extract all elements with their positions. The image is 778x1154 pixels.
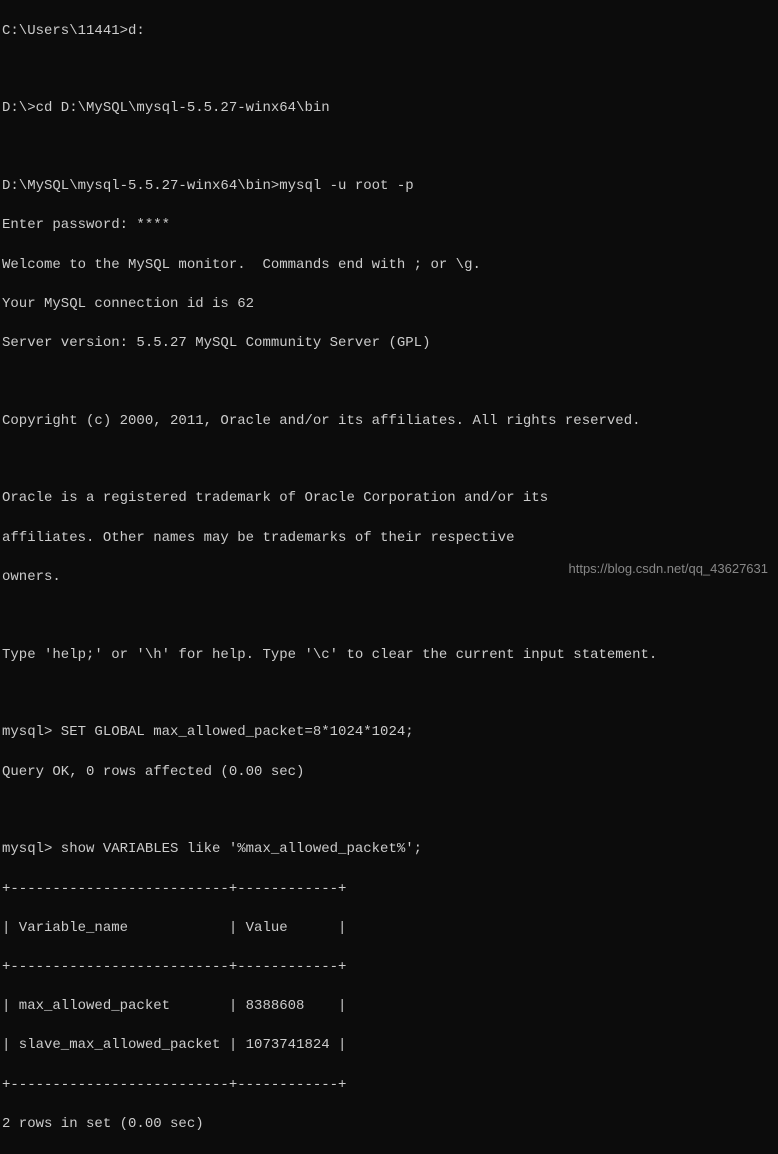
table-border: +--------------------------+------------… (2, 1076, 776, 1096)
blank-line (2, 685, 776, 704)
mysql-prompt: mysql> show VARIABLES like '%max_allowed… (2, 840, 776, 860)
output-line: Enter password: **** (2, 216, 776, 236)
output-line: affiliates. Other names may be trademark… (2, 529, 776, 549)
table-border: +--------------------------+------------… (2, 880, 776, 900)
output-line: Type 'help;' or '\h' for help. Type '\c'… (2, 646, 776, 666)
table-row: | slave_max_allowed_packet | 1073741824 … (2, 1036, 776, 1056)
output-line: Query OK, 0 rows affected (0.00 sec) (2, 763, 776, 783)
output-line: Server version: 5.5.27 MySQL Community S… (2, 334, 776, 354)
table-row: | max_allowed_packet | 8388608 | (2, 997, 776, 1017)
output-line: Oracle is a registered trademark of Orac… (2, 489, 776, 509)
output-line: Welcome to the MySQL monitor. Commands e… (2, 256, 776, 276)
output-line: Your MySQL connection id is 62 (2, 295, 776, 315)
output-line: Copyright (c) 2000, 2011, Oracle and/or … (2, 412, 776, 432)
prompt-line: D:\MySQL\mysql-5.5.27-winx64\bin>mysql -… (2, 177, 776, 197)
prompt-line: C:\Users\11441>d: (2, 22, 776, 42)
blank-line (2, 802, 776, 821)
mysql-prompt: mysql> SET GLOBAL max_allowed_packet=8*1… (2, 723, 776, 743)
prompt-line: D:\>cd D:\MySQL\mysql-5.5.27-winx64\bin (2, 99, 776, 119)
blank-line (2, 61, 776, 80)
table-header: | Variable_name | Value | (2, 919, 776, 939)
table-border: +--------------------------+------------… (2, 958, 776, 978)
blank-line (2, 139, 776, 158)
blank-line (2, 451, 776, 470)
watermark-text: https://blog.csdn.net/qq_43627631 (569, 560, 769, 578)
blank-line (2, 607, 776, 626)
blank-line (2, 373, 776, 392)
output-line: 2 rows in set (0.00 sec) (2, 1115, 776, 1135)
